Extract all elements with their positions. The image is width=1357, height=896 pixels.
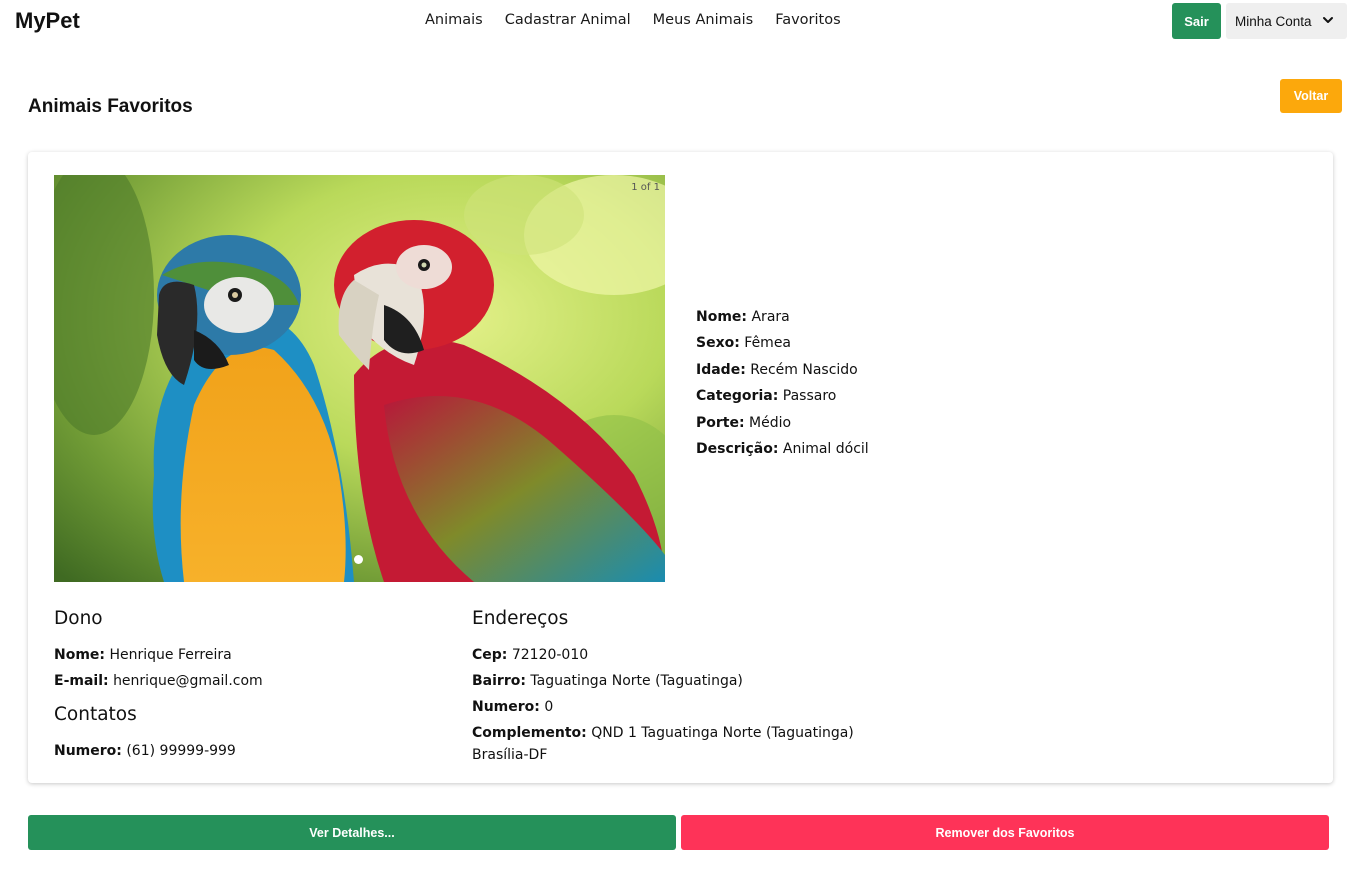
address-complemento-row: Complemento: QND 1 Taguatinga Norte (Tag…	[472, 725, 854, 741]
contacts-section-title: Contatos	[54, 704, 137, 725]
contacts-info: Numero: (61) 99999-999	[54, 738, 236, 764]
address-cep-row: Cep: 72120-010	[472, 647, 589, 663]
address-section-title: Endereços	[472, 608, 569, 629]
nav-animais[interactable]: Animais	[425, 12, 483, 28]
info-row-descricao: Descrição: Animal dócil	[696, 441, 869, 458]
info-row-categoria: Categoria: Passaro	[696, 388, 837, 405]
owner-info: Nome: Henrique Ferreira E-mail: henrique…	[54, 642, 263, 694]
carousel-counter: 1 of 1	[631, 182, 660, 193]
brand-logo[interactable]: MyPet	[15, 8, 80, 34]
info-row-sexo: Sexo: Fêmea	[696, 335, 792, 352]
address-info: Cep: 72120-010 Bairro: Taguatinga Norte …	[472, 642, 854, 766]
nav-meus-animais[interactable]: Meus Animais	[653, 12, 754, 28]
remove-favorite-button[interactable]: Remover dos Favoritos	[681, 815, 1329, 850]
address-city: Brasília-DF	[472, 747, 548, 763]
animal-photo-carousel[interactable]: 1 of 1	[54, 175, 665, 582]
page-title: Animais Favoritos	[28, 96, 193, 117]
main-nav: Animais Cadastrar Animal Meus Animais Fa…	[425, 12, 841, 28]
info-row-porte: Porte: Médio	[696, 414, 792, 431]
owner-name-row: Nome: Henrique Ferreira	[54, 647, 232, 663]
address-bairro-row: Bairro: Taguatinga Norte (Taguatinga)	[472, 673, 743, 689]
parrots-photo	[54, 175, 665, 582]
address-numero-row: Numero: 0	[472, 699, 554, 715]
nav-favoritos[interactable]: Favoritos	[775, 12, 840, 28]
carousel-indicator-dot[interactable]	[354, 555, 363, 564]
chevron-down-icon	[1323, 17, 1333, 23]
view-details-button[interactable]: Ver Detalhes...	[28, 815, 676, 850]
logout-button[interactable]: Sair	[1172, 3, 1221, 39]
account-label: Minha Conta	[1235, 13, 1312, 29]
contact-number-row: Numero: (61) 99999-999	[54, 743, 236, 759]
owner-section-title: Dono	[54, 608, 103, 629]
nav-cadastrar-animal[interactable]: Cadastrar Animal	[505, 12, 631, 28]
animal-info: Nome: Arara Sexo: Fêmea Idade: Recém Nas…	[696, 304, 869, 462]
owner-email-row: E-mail: henrique@gmail.com	[54, 673, 263, 689]
info-row-nome: Nome: Arara	[696, 309, 790, 325]
info-row-idade: Idade: Recém Nascido	[696, 361, 858, 378]
account-dropdown[interactable]: Minha Conta	[1226, 3, 1347, 39]
back-button[interactable]: Voltar	[1280, 79, 1342, 113]
